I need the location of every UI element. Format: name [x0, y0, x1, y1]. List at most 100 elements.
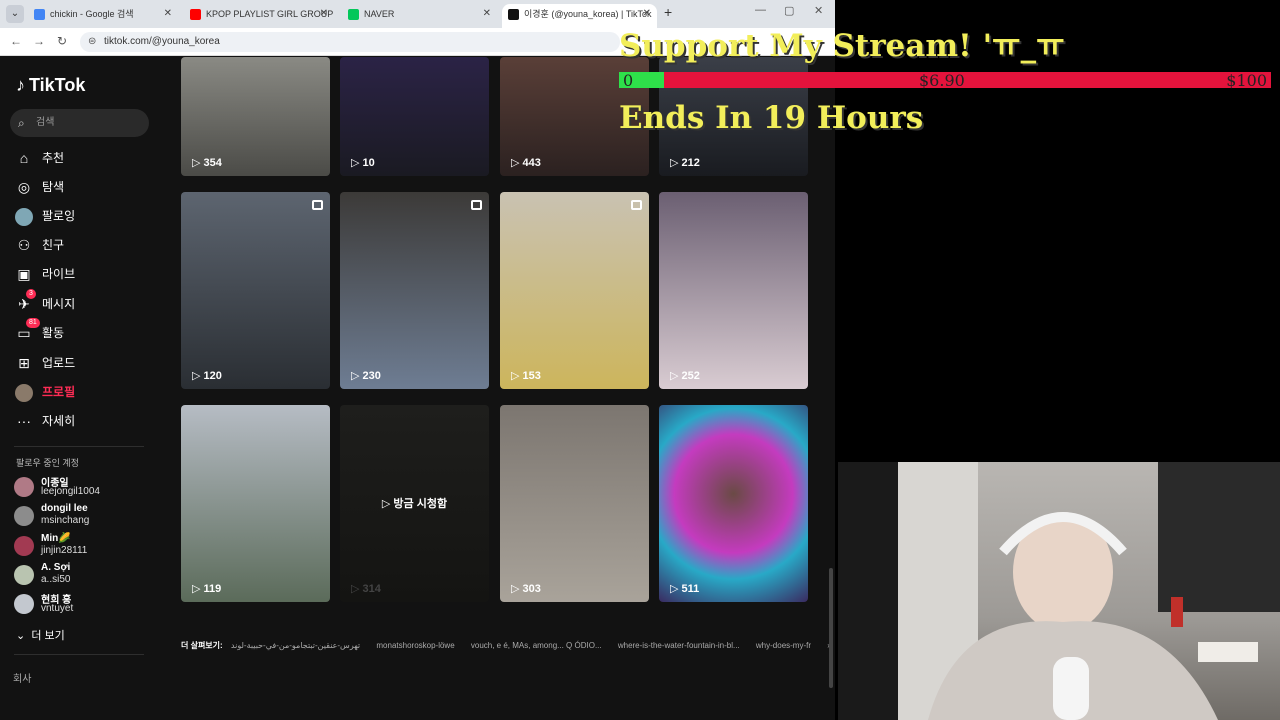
view-count: ▷ 212 [670, 157, 700, 169]
divider [14, 446, 144, 447]
soda-can [1171, 597, 1183, 627]
back-icon[interactable]: ← [10, 34, 22, 48]
company-link[interactable]: 회사 [13, 670, 31, 685]
chevron-down-icon: ⌄ [16, 630, 26, 642]
tab-google[interactable]: chickin - Google 검색 ✕ [28, 4, 178, 28]
compass-icon: ◎ [17, 179, 31, 195]
tiktok-logo[interactable]: ♪ TikTok [16, 75, 85, 96]
tab-youtube[interactable]: KPOP PLAYLIST GIRL GROUP ✕ [184, 4, 334, 28]
goal-start: 0 [623, 71, 634, 90]
view-count-value: 120 [203, 370, 222, 382]
view-count-value: 303 [522, 583, 541, 595]
avatar [14, 536, 34, 556]
explore-more-row: 더 살펴보기: تهرس-عنقين-تبتجامو-من-في-حبيبة-ل… [181, 640, 844, 651]
view-count-value: 230 [362, 370, 381, 382]
minimize-icon[interactable]: — [755, 4, 766, 16]
nav-friends[interactable]: ⚇ 친구 [14, 234, 64, 256]
account-name: A. Sợi [41, 562, 71, 573]
nav-activity[interactable]: ▭ 81 활동 [14, 318, 64, 344]
photo-carousel-icon [471, 200, 482, 210]
view-count: ▷ 230 [351, 370, 381, 382]
explore-link[interactable]: why-does-my-fr [756, 641, 811, 650]
search-icon: ⌕ [18, 116, 25, 130]
nav-messages[interactable]: ✈ 3 메시지 [14, 289, 75, 315]
following-account[interactable]: Min🌽 jinjin28111 [14, 533, 164, 561]
see-more-label: 더 보기 [31, 630, 65, 642]
explore-link[interactable]: monatshoroskop-löwe [376, 641, 454, 650]
view-count: ▷ 443 [511, 157, 541, 169]
nav-recommended[interactable]: ⌂ 추천 [14, 147, 64, 169]
video-tile[interactable]: ▷ 방금 시청함 ▷ 314 [340, 405, 489, 602]
new-tab-icon[interactable]: + [664, 4, 672, 20]
view-count-value: 153 [522, 370, 541, 382]
avatar [14, 594, 34, 614]
video-tile[interactable]: ▷ 252 [659, 192, 808, 389]
nav-more[interactable]: ··· 자세히 [14, 410, 75, 432]
avatar [14, 565, 34, 585]
url-field[interactable]: ⊜ tiktok.com/@youna_korea [80, 32, 620, 52]
maximize-icon[interactable]: ▢ [784, 4, 794, 17]
explore-link[interactable]: where-is-the-water-fountain-in-bl... [618, 641, 740, 650]
account-name: dongil lee [41, 503, 88, 514]
logo-text: TikTok [29, 75, 86, 95]
following-avatar-icon [14, 205, 34, 227]
explore-link[interactable]: vouch, e é, MAs, among... Q ÓDIO... [471, 641, 602, 650]
account-handle: a..si50 [41, 574, 71, 585]
live-icon: ▣ [17, 266, 31, 282]
see-more-button[interactable]: ⌄ 더 보기 [16, 627, 65, 643]
account-handle: leejongil1004 [41, 486, 100, 497]
nav-profile[interactable]: 프로필 [14, 381, 75, 403]
tab-naver[interactable]: NAVER ✕ [342, 4, 497, 28]
video-tile[interactable]: ▷ 303 [500, 405, 649, 602]
account-handle: jinjin28111 [41, 545, 88, 556]
tab-title: chickin - Google 검색 [50, 9, 134, 19]
following-account[interactable]: A. Sợi a..si50 [14, 562, 164, 590]
nav-label: 친구 [42, 238, 65, 252]
video-tile[interactable]: ▷ 511 [659, 405, 808, 602]
view-count-value: 314 [362, 583, 381, 595]
goal-current: $6.90 [919, 71, 965, 90]
recently-watched-label: ▷ 방금 시청함 [381, 498, 448, 510]
site-info-icon[interactable]: ⊜ [88, 32, 96, 52]
following-account[interactable]: 이종일 leejongil1004 [14, 474, 164, 502]
stream-ends-text: Ends In 19 Hours [619, 100, 924, 136]
microphone [1053, 657, 1089, 720]
close-tab-icon[interactable]: ✕ [164, 4, 172, 24]
close-tab-icon[interactable]: ✕ [320, 4, 328, 24]
view-count: ▷ 119 [192, 583, 222, 595]
view-count-value: 511 [681, 583, 700, 595]
nav-explore[interactable]: ◎ 탐색 [14, 176, 64, 198]
forward-icon[interactable]: → [33, 34, 45, 48]
following-account[interactable]: dongil lee msinchang [14, 503, 164, 531]
reload-icon[interactable]: ↻ [57, 34, 67, 48]
view-count: ▷ 314 [351, 583, 381, 595]
avatar [14, 506, 34, 526]
explore-link[interactable]: تهرس-عنقين-تبتجامو-من-في-حبيبة-لوند [231, 641, 360, 650]
video-tile[interactable]: ▷ 230 [340, 192, 489, 389]
nav-label: 라이브 [42, 267, 76, 281]
video-tile[interactable]: ▷ 120 [181, 192, 330, 389]
close-window-icon[interactable]: ✕ [814, 4, 823, 17]
tab-search-dropdown[interactable]: ⌄ [6, 5, 24, 23]
tiktok-favicon-icon [508, 9, 519, 20]
account-name: Min🌽 [41, 533, 71, 544]
tab-title: 이경훈 (@youna_korea) | TikTok [524, 9, 652, 19]
food-container [1198, 642, 1258, 662]
video-tile[interactable]: ▷ 119 [181, 405, 330, 602]
video-tile[interactable]: ▷ 10 [340, 57, 489, 176]
video-tile[interactable]: ▷ 153 [500, 192, 649, 389]
nav-following[interactable]: 팔로잉 [14, 205, 75, 227]
account-handle: msinchang [41, 515, 90, 526]
search-input[interactable]: ⌕ 검색 [10, 109, 149, 137]
scrollbar[interactable] [829, 568, 833, 688]
video-tile[interactable]: ▷ 354 [181, 57, 330, 176]
home-icon: ⌂ [19, 150, 29, 166]
close-tab-icon[interactable]: ✕ [483, 4, 491, 24]
view-count: ▷ 120 [192, 370, 222, 382]
goal-max: $100 [1226, 71, 1267, 90]
view-count-value: 119 [203, 583, 222, 595]
following-account[interactable]: 현희 홍 vntuyet [14, 591, 164, 619]
nav-upload[interactable]: ⊞ 업로드 [14, 352, 75, 374]
view-count: ▷ 354 [192, 157, 222, 169]
nav-live[interactable]: ▣ 라이브 [14, 263, 75, 285]
